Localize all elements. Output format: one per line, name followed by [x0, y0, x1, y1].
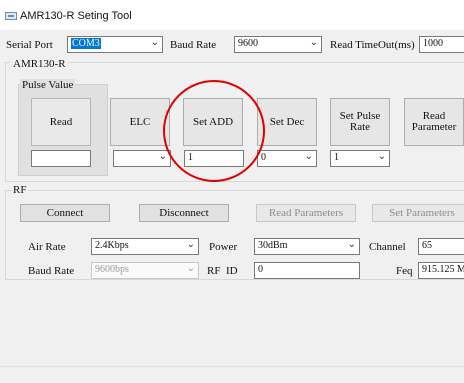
app-icon — [5, 12, 17, 20]
timeout-input[interactable]: 1000 — [419, 36, 464, 53]
baud-rate-value: 9600 — [238, 38, 258, 49]
set-parameters-button[interactable]: Set Parameters — [372, 204, 464, 222]
timeout-value: 1000 — [423, 38, 443, 49]
channel-input[interactable]: 65 — [418, 238, 464, 255]
chevron-down-icon: ⌄ — [150, 37, 159, 48]
connect-button-label: Connect — [46, 207, 84, 219]
baud-rate-label: Baud Rate — [170, 39, 217, 51]
baud-rate-select[interactable]: 9600 ⌄ — [234, 36, 322, 53]
feq-value: 915.125 MHz — [422, 264, 464, 275]
disconnect-button-label: Disconnect — [159, 207, 209, 219]
set-pulse-rate-button[interactable]: Set Pulse Rate — [330, 98, 390, 146]
read-parameter-button-label: Read Parameter — [411, 110, 457, 133]
window-title: AMR130-R Seting Tool — [20, 10, 132, 22]
elc-select[interactable]: ⌄ — [113, 150, 171, 167]
chevron-down-icon: ⌄ — [158, 151, 167, 162]
chevron-down-icon: ⌄ — [304, 151, 313, 162]
status-divider — [0, 366, 464, 367]
feq-label: Feq — [396, 265, 413, 277]
serial-port-value: COM3 — [71, 38, 101, 49]
chevron-down-icon: ⌄ — [377, 151, 386, 162]
rf-baud-rate-label: Baud Rate — [28, 265, 75, 277]
air-rate-label: Air Rate — [28, 241, 66, 253]
pulse-read-value-input[interactable] — [31, 150, 91, 167]
chevron-down-icon: ⌄ — [186, 239, 195, 250]
read-parameters-button[interactable]: Read Parameters — [256, 204, 356, 222]
chevron-down-icon: ⌄ — [347, 239, 356, 250]
rf-id-value: 0 — [258, 264, 263, 275]
set-pulse-rate-button-label: Set Pulse Rate — [339, 110, 381, 133]
read-button-label: Read — [49, 115, 73, 128]
rf-group-title: RF — [11, 184, 29, 196]
rf-baud-rate-value: 9600bps — [95, 264, 129, 275]
rf-id-input[interactable]: 0 — [254, 262, 360, 279]
air-rate-select[interactable]: 2.4Kbps ⌄ — [91, 238, 199, 255]
elc-button[interactable]: ELC — [110, 98, 170, 146]
disconnect-button[interactable]: Disconnect — [139, 204, 229, 222]
air-rate-value: 2.4Kbps — [95, 240, 129, 251]
connect-button[interactable]: Connect — [20, 204, 110, 222]
dec-select[interactable]: 0 ⌄ — [257, 150, 317, 167]
serial-port-label: Serial Port — [6, 39, 53, 51]
title-bar: AMR130-R Seting Tool — [0, 0, 464, 30]
elc-button-label: ELC — [129, 115, 151, 128]
chevron-down-icon: ⌄ — [186, 263, 195, 274]
annotation-circle — [163, 80, 265, 182]
amr-group-title: AMR130-R — [11, 58, 68, 70]
pulse-rate-value: 1 — [334, 152, 339, 163]
set-parameters-button-label: Set Parameters — [389, 207, 455, 219]
set-dec-button-label: Set Dec — [269, 115, 305, 128]
serial-port-select[interactable]: COM3 ⌄ — [67, 36, 163, 53]
read-parameters-button-label: Read Parameters — [268, 207, 344, 219]
power-label: Power — [209, 241, 238, 253]
channel-label: Channel — [369, 241, 406, 253]
feq-input[interactable]: 915.125 MHz — [418, 262, 464, 279]
pulse-value-title: Pulse Value — [20, 79, 76, 91]
timeout-label: Read TimeOut(ms) — [330, 39, 415, 51]
read-button[interactable]: Read — [31, 98, 91, 146]
power-value: 30dBm — [258, 240, 288, 251]
read-parameter-button[interactable]: Read Parameter — [404, 98, 464, 146]
rf-id-label: RF ID — [207, 265, 238, 277]
set-dec-button[interactable]: Set Dec — [257, 98, 317, 146]
chevron-down-icon: ⌄ — [309, 37, 318, 48]
channel-value: 65 — [422, 240, 432, 251]
dec-value: 0 — [261, 152, 266, 163]
rf-baud-rate-select[interactable]: 9600bps ⌄ — [91, 262, 199, 279]
power-select[interactable]: 30dBm ⌄ — [254, 238, 360, 255]
pulse-rate-select[interactable]: 1 ⌄ — [330, 150, 390, 167]
